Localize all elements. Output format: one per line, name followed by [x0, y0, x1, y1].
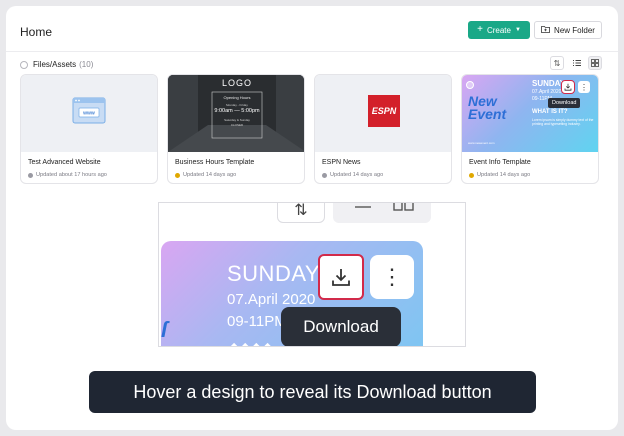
updated-text: Updated about 17 hours ago [36, 172, 107, 178]
zoom-event-day: SUNDAY [227, 261, 321, 286]
sort-icon: ⇅ [294, 202, 308, 219]
sort-icon: ⇅ [553, 58, 561, 68]
download-tooltip: Download [548, 98, 581, 108]
design-card[interactable]: ESPN ESPN News Updated 14 days ago [314, 74, 452, 184]
chevron-down-icon: ▼ [514, 27, 521, 33]
event-url: www.newevent.com [468, 141, 495, 145]
zoom-event-time: 09-11PM [227, 313, 287, 330]
card-thumbnail: ESPN [315, 75, 451, 152]
hours-weekend: Saturday & Sunday [224, 118, 250, 122]
download-button[interactable] [561, 80, 575, 94]
hours-time: 9:00am — 5:00pm [214, 108, 260, 114]
grid-icon [591, 59, 599, 67]
website-icon: www [72, 97, 106, 124]
updated-text: Updated 14 days ago [330, 172, 384, 178]
zoom-inset: ⇅ SUNDAY 07.April 2020 09-11PM ſ ◆◆◆◆ ⋮ … [158, 202, 466, 347]
card-thumbnail: New Event SUNDAY 07.April 2020 09-11PM W… [462, 75, 598, 152]
zoom-more-options-button: ⋮ [370, 255, 414, 299]
zoom-view-toggle [333, 203, 431, 223]
espn-logo: ESPN [368, 95, 400, 127]
hours-closed: CLOSED [230, 123, 244, 127]
more-vertical-icon: ⋮ [381, 264, 403, 289]
card-updated: Updated 14 days ago [322, 172, 383, 178]
svg-text:www: www [82, 111, 95, 117]
zoom-dots: ◆◆◆◆ [231, 341, 276, 347]
card-thumbnail: LOGO Opening Hours Monday - Friday 9:00a… [168, 75, 304, 152]
logo-text: LOGO [221, 78, 252, 88]
grid-icon [393, 203, 414, 211]
hours-title: Opening Hours [223, 95, 251, 100]
card-title: Business Hours Template [175, 159, 255, 166]
new-folder-label: New Folder [554, 25, 595, 35]
status-dot [469, 172, 474, 178]
list-icon [573, 60, 581, 66]
instruction-caption: Hover a design to reveal its Download bu… [89, 371, 536, 413]
files-toolbar: Files/Assets (10) ⇅ [20, 56, 604, 76]
event-body: Lorem ipsum is simply dummy text of the … [532, 118, 594, 126]
app-window: Home + Create ▼ New Folder Files/Assets(… [6, 6, 618, 430]
card-updated: Updated 14 days ago [175, 172, 236, 178]
design-card[interactable]: www Test Advanced Website Updated about … [20, 74, 158, 184]
list-icon [355, 206, 371, 208]
sort-button[interactable]: ⇅ [550, 56, 564, 70]
list-view-button[interactable] [570, 56, 584, 70]
files-count: (10) [79, 60, 94, 69]
updated-text: Updated 14 days ago [183, 172, 237, 178]
zoom-download-button [318, 254, 364, 300]
download-icon [332, 269, 350, 286]
design-card-hovered[interactable]: New Event SUNDAY 07.April 2020 09-11PM W… [461, 74, 599, 184]
more-options-button[interactable]: ⋮ [578, 81, 590, 93]
zoom-event-date: 07.April 2020 [227, 291, 316, 308]
card-updated: Updated about 17 hours ago [28, 172, 107, 178]
zoom-sort-button: ⇅ [277, 202, 325, 223]
status-dot [28, 172, 33, 178]
folder-plus-icon [541, 25, 550, 35]
hours-days: Monday - Friday [226, 103, 248, 107]
design-card[interactable]: LOGO Opening Hours Monday - Friday 9:00a… [167, 74, 305, 184]
top-bar: Home + Create ▼ New Folder [6, 6, 618, 52]
event-title-line2: Event [468, 106, 507, 122]
files-heading: Files/Assets (10) [33, 60, 93, 69]
card-title: Test Advanced Website [28, 159, 101, 166]
card-title: Event Info Template [469, 159, 531, 166]
download-icon [564, 83, 572, 91]
status-dot [175, 172, 180, 178]
select-all-checkbox[interactable] [20, 61, 28, 69]
status-dot [322, 172, 327, 178]
event-title: New Event [468, 94, 507, 122]
files-label: Files/Assets [33, 60, 77, 69]
more-vertical-icon: ⋮ [580, 82, 588, 92]
page-title: Home [20, 25, 53, 39]
card-thumbnail: www [21, 75, 157, 152]
card-title: ESPN News [322, 159, 361, 166]
card-select-checkbox[interactable] [466, 81, 474, 89]
zoom-script-fragment: ſ [161, 317, 168, 342]
plus-icon: + [477, 24, 483, 35]
event-date: 07.April 2020 [532, 89, 562, 95]
zoom-download-tooltip: Download [281, 307, 401, 346]
new-folder-button[interactable]: New Folder [534, 21, 602, 39]
create-label: Create [486, 25, 511, 35]
create-button[interactable]: + Create ▼ [468, 21, 530, 39]
card-updated: Updated 14 days ago [469, 172, 530, 178]
event-what: WHAT IS IT? [532, 109, 568, 115]
espn-logo-text: ESPN [371, 106, 397, 116]
grid-view-button[interactable] [588, 56, 602, 70]
updated-text: Updated 14 days ago [477, 172, 531, 178]
